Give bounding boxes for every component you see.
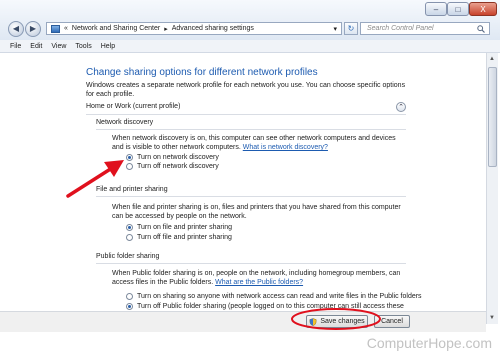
- minimize-button[interactable]: –: [425, 2, 447, 16]
- watermark: ComputerHope.com: [366, 335, 492, 351]
- turn-off-public-sharing-radio[interactable]: [126, 303, 133, 310]
- save-changes-label: Save changes: [320, 318, 365, 325]
- public-folder-sharing-text: When Public folder sharing is on, people…: [112, 269, 404, 287]
- turn-off-network-discovery-option[interactable]: Turn off network discovery: [126, 163, 219, 170]
- network-discovery-text: When network discovery is on, this compu…: [112, 134, 404, 152]
- search-input[interactable]: Search Control Panel: [360, 22, 490, 35]
- save-changes-button[interactable]: Save changes: [306, 315, 368, 328]
- file-printer-sharing-heading-label: File and printer sharing: [96, 186, 168, 193]
- turn-on-public-sharing-radio[interactable]: [126, 293, 133, 300]
- network-discovery-help-link[interactable]: What is network discovery?: [243, 144, 328, 151]
- chevron-up-icon: ⌃: [398, 104, 404, 111]
- menu-view[interactable]: View: [51, 43, 66, 50]
- profile-header[interactable]: Home or Work (current profile): [86, 103, 406, 115]
- public-folder-sharing-heading-label: Public folder sharing: [96, 253, 160, 260]
- back-button[interactable]: ◀: [8, 21, 24, 37]
- close-button[interactable]: X: [469, 2, 497, 16]
- menu-file[interactable]: File: [10, 43, 21, 50]
- address-dropdown-icon[interactable]: ▾: [329, 25, 341, 33]
- menu-bar: File Edit View Tools Help: [0, 40, 500, 53]
- turn-on-network-discovery-label: Turn on network discovery: [137, 154, 219, 161]
- turn-off-network-discovery-radio[interactable]: [126, 163, 133, 170]
- turn-off-public-sharing-label: Turn off Public folder sharing (people l…: [137, 303, 404, 310]
- breadcrumb-arrow-icon: ▸: [164, 25, 168, 33]
- settings-content: Change sharing options for different net…: [0, 53, 486, 324]
- turn-off-file-printer-sharing-radio[interactable]: [126, 234, 133, 241]
- turn-on-network-discovery-option[interactable]: Turn on network discovery: [126, 154, 219, 161]
- collapse-profile-button[interactable]: ⌃: [396, 102, 406, 112]
- forward-button[interactable]: ▶: [25, 21, 41, 37]
- turn-on-file-printer-sharing-radio[interactable]: [126, 224, 133, 231]
- address-separator: «: [64, 25, 68, 32]
- turn-off-network-discovery-label: Turn off network discovery: [137, 163, 219, 170]
- refresh-icon: ↻: [347, 24, 355, 33]
- control-panel-icon: [51, 24, 60, 33]
- file-printer-sharing-heading: File and printer sharing: [96, 186, 406, 197]
- cancel-button[interactable]: Cancel: [374, 315, 410, 328]
- public-folder-sharing-heading: Public folder sharing: [96, 253, 406, 264]
- public-folders-help-link[interactable]: What are the Public folders?: [215, 279, 303, 286]
- page-intro: Windows creates a separate network profi…: [86, 82, 406, 98]
- turn-on-file-printer-sharing-option[interactable]: Turn on file and printer sharing: [126, 224, 232, 231]
- turn-on-public-sharing-label: Turn on sharing so anyone with network a…: [137, 293, 422, 300]
- vertical-scrollbar[interactable]: ▲ ▼: [486, 53, 498, 324]
- network-discovery-heading: Network discovery: [96, 119, 406, 130]
- turn-off-file-printer-sharing-option[interactable]: Turn off file and printer sharing: [126, 234, 232, 241]
- scroll-up-icon[interactable]: ▲: [489, 56, 495, 62]
- address-bar[interactable]: « Network and Sharing Center ▸ Advanced …: [46, 22, 342, 35]
- menu-help[interactable]: Help: [101, 43, 115, 50]
- file-printer-sharing-text: When file and printer sharing is on, fil…: [112, 204, 401, 220]
- forward-arrow-icon: ▶: [29, 24, 37, 33]
- turn-off-file-printer-sharing-label: Turn off file and printer sharing: [137, 234, 232, 241]
- breadcrumb-network-sharing-center[interactable]: Network and Sharing Center: [72, 25, 160, 32]
- menu-tools[interactable]: Tools: [75, 43, 91, 50]
- button-bar: Save changes Cancel: [0, 311, 486, 332]
- turn-on-file-printer-sharing-label: Turn on file and printer sharing: [137, 224, 233, 231]
- page-title: Change sharing options for different net…: [86, 67, 318, 78]
- network-discovery-heading-label: Network discovery: [96, 119, 154, 126]
- turn-off-public-sharing-option[interactable]: Turn off Public folder sharing (people l…: [126, 303, 404, 310]
- turn-on-public-sharing-option[interactable]: Turn on sharing so anyone with network a…: [126, 293, 422, 300]
- shield-icon: [309, 317, 317, 326]
- title-bar: – □ X ◀ ▶ « Network and Sharing Center ▸…: [0, 0, 500, 40]
- scrollbar-thumb[interactable]: [488, 67, 497, 167]
- profile-label: Home or Work (current profile): [86, 103, 181, 110]
- breadcrumb-advanced-sharing-settings[interactable]: Advanced sharing settings: [172, 25, 254, 32]
- turn-on-network-discovery-radio[interactable]: [126, 154, 133, 161]
- menu-edit[interactable]: Edit: [30, 43, 42, 50]
- search-placeholder: Search Control Panel: [367, 25, 434, 32]
- cancel-label: Cancel: [381, 318, 403, 325]
- scroll-down-icon[interactable]: ▼: [489, 315, 495, 321]
- refresh-button[interactable]: ↻: [344, 22, 358, 35]
- back-arrow-icon: ◀: [12, 24, 20, 33]
- maximize-button[interactable]: □: [447, 2, 469, 16]
- search-icon: [477, 24, 485, 33]
